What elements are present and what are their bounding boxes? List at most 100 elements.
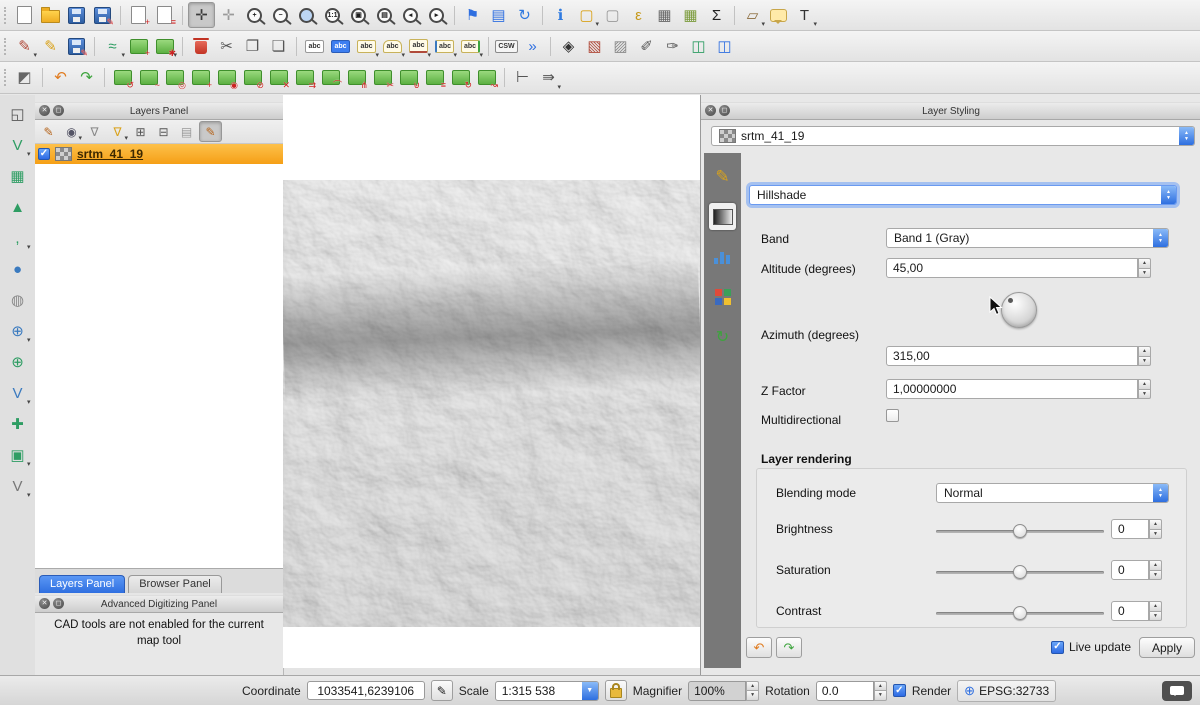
save-project-as-button[interactable]: ✎ [90,3,115,27]
contrast-slider[interactable] [936,606,1104,620]
altitude-spinbox[interactable]: 45,00 ▲▼ [886,258,1151,278]
scale-lock-button[interactable] [605,680,627,701]
close-icon[interactable]: ✕ [39,598,50,609]
metasearch-csw-button[interactable]: CSW [494,34,519,58]
align-features-button[interactable]: ⇛▾ [536,66,561,90]
close-icon[interactable]: ✕ [705,105,716,116]
open-data-source-manager-button[interactable]: ◱ [5,103,31,126]
annotation-pencil-button[interactable]: ✐ [634,34,659,58]
expand-all-button[interactable]: ⊞ [130,122,151,141]
spinner-arrows-icon[interactable]: ▲▼ [746,681,759,701]
add-wcs-layer-button[interactable]: ⊕ [5,351,31,374]
zoom-to-selection-button[interactable]: ▣ [346,3,371,27]
new-geopackage-layer-button[interactable]: ▣▾ [5,444,31,467]
history-tab[interactable]: ↻ [709,323,736,350]
zoom-next-button[interactable]: ▸ [424,3,449,27]
open-attribute-table-button[interactable]: ▦ [652,3,677,27]
filter-legend-button[interactable]: ∇ [84,122,105,141]
deselect-features-button[interactable]: ▢ [600,3,625,27]
layer-tree[interactable]: srtm_41_19 [35,144,283,568]
statistical-summary-button[interactable]: Σ [704,3,729,27]
transparency-tab[interactable] [709,203,736,230]
vertex-tool-button[interactable]: ✱▾ [152,34,177,58]
band-combobox[interactable]: Band 1 (Gray) ▲▼ [886,228,1169,248]
delete-ring-button[interactable]: ⊘ [240,66,265,90]
saturation-slider[interactable] [936,565,1104,579]
duplicate-layer-button[interactable]: ◫ [686,34,711,58]
tab-browser-panel[interactable]: Browser Panel [128,575,222,593]
zoom-last-button[interactable]: ◂ [398,3,423,27]
style-undo-button[interactable]: ↶ [746,637,772,658]
open-project-button[interactable] [38,3,63,27]
select-by-freehand-button[interactable]: ▨ [608,34,633,58]
spinner-arrows-icon[interactable]: ▲▼ [1149,519,1162,539]
coordinate-capture-button[interactable]: ✎ [431,680,453,701]
pin-unpin-labels-button[interactable]: abc▾ [406,34,431,58]
new-spatial-bookmark-button[interactable]: ⚑ [460,3,485,27]
live-update-checkbox[interactable] [1051,641,1064,654]
apply-button[interactable]: Apply [1139,637,1195,658]
add-feature-button[interactable]: + [126,34,151,58]
zfactor-spinbox[interactable]: 1,00000000 ▲▼ [886,379,1151,399]
split-features-button[interactable]: ✂ [370,66,395,90]
layout-manager-button[interactable]: ≡ [152,3,177,27]
pan-map-to-selection-button[interactable]: ✛ [216,3,241,27]
select-by-expression-button[interactable]: ε [626,3,651,27]
zoom-in-button[interactable]: + [242,3,267,27]
measure-line-button[interactable]: ▱▾ [740,3,765,27]
spinner-arrows-icon[interactable]: ▲▼ [1149,601,1162,621]
slider-thumb[interactable] [1013,565,1027,579]
split-parts-button[interactable]: ⋔ [344,66,369,90]
refresh-map-button[interactable]: ↻ [512,3,537,27]
slider-thumb[interactable] [1013,606,1027,620]
cut-features-button[interactable]: ✂ [214,34,239,58]
collapse-all-button[interactable]: ⊟ [153,122,174,141]
close-icon[interactable]: ✕ [39,105,50,116]
crs-indicator[interactable]: ⊕ EPSG:32733 [957,680,1056,702]
field-calculator-button[interactable]: ▦ [678,3,703,27]
azimuth-spinbox[interactable]: 315,00 ▲▼ [886,346,1151,366]
labeling-options-button[interactable]: abc [302,34,327,58]
simplify-feature-button[interactable]: ~ [136,66,161,90]
style-redo-button[interactable]: ↷ [776,637,802,658]
offset-curve-button[interactable]: ⇉ [292,66,317,90]
zoom-to-layer-button[interactable]: ▤ [372,3,397,27]
tab-layers-panel[interactable]: Layers Panel [39,575,125,593]
add-wms-layer-button[interactable]: ⊕▾ [5,320,31,343]
add-postgis-layer-button[interactable]: ● [5,258,31,281]
render-checkbox[interactable] [893,684,906,697]
scale-combobox[interactable]: 1:315 538 ▼ [495,681,599,701]
histogram-tab[interactable] [709,243,736,270]
undo-edits-button[interactable]: ↶ [48,66,73,90]
show-spatial-bookmarks-button[interactable]: ▤ [486,3,511,27]
layer-item[interactable]: srtm_41_19 [35,144,283,164]
add-part-button[interactable]: + [188,66,213,90]
label-highlight-button[interactable]: abc [328,34,353,58]
magnifier-spinbox[interactable]: 100% ▲▼ [688,681,759,701]
zoom-out-button[interactable]: − [268,3,293,27]
add-wfs-layer-button[interactable]: V▾ [5,382,31,405]
multidirectional-checkbox[interactable] [886,409,899,422]
rotate-point-symbols-button[interactable]: ↻ [448,66,473,90]
add-mesh-layer-button[interactable]: ▲ [5,196,31,219]
spinner-arrows-icon[interactable]: ▲▼ [1149,560,1162,580]
map-canvas[interactable] [283,95,700,668]
rotate-feature-button[interactable]: ↺ [110,66,135,90]
layer-labeling-button[interactable]: abc▾ [354,34,379,58]
blending-mode-combobox[interactable]: Normal ▲▼ [936,483,1169,503]
offset-point-symbol-button[interactable]: ↝ [474,66,499,90]
save-project-button[interactable] [64,3,89,27]
spinner-arrows-icon[interactable]: ▲▼ [874,681,887,701]
new-shapefile-layer-button[interactable]: ✚ [5,413,31,436]
add-spatialite-layer-button[interactable]: ◍ [5,289,31,312]
enable-advanced-digitizing-button[interactable]: ◩ [12,66,37,90]
manage-map-themes-button[interactable]: ◉▾ [61,122,82,141]
symbology-tab[interactable]: ✎ [709,163,736,190]
merge-features-button[interactable]: ⊎ [396,66,421,90]
zoom-to-native-resolution-button[interactable]: 1:1 [320,3,345,27]
saturation-spinbox[interactable]: 0 ▲▼ [1111,560,1162,580]
coordinate-input[interactable]: 1033541,6239106 [307,681,425,700]
copy-features-button[interactable]: ❐ [240,34,265,58]
layer-styling-toggle-button[interactable]: ✎ [199,121,222,142]
merge-feature-attributes-button[interactable]: ≡ [422,66,447,90]
